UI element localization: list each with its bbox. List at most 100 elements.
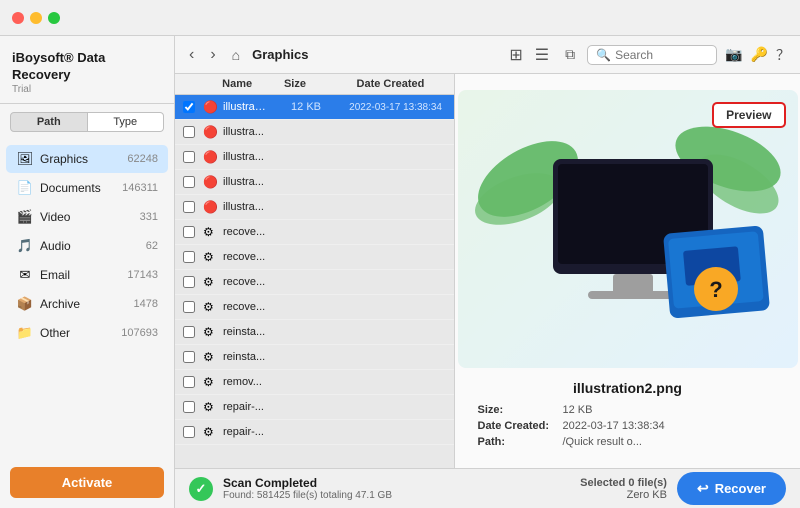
search-input[interactable] [615, 48, 708, 62]
home-button[interactable]: ⌂ [228, 45, 244, 65]
table-row[interactable]: ⚙ recove... [175, 245, 454, 270]
file-checkbox-13[interactable] [183, 426, 203, 438]
file-type-icon-8: ⚙ [203, 300, 223, 314]
view-buttons: ⊞ ☰ [505, 43, 553, 67]
file-checkbox-11[interactable] [183, 376, 203, 388]
info-icon[interactable]: 🔑 [751, 46, 768, 63]
table-row[interactable]: 🔴 illustra... [175, 145, 454, 170]
file-type-icon-9: ⚙ [203, 325, 223, 339]
checkbox-3[interactable] [183, 176, 195, 188]
filter-button[interactable]: ⧉ [561, 44, 579, 65]
file-checkbox-4[interactable] [183, 201, 203, 213]
file-name-12: repair-... [223, 401, 266, 413]
sidebar-item-audio[interactable]: 🎵 Audio 62 [6, 232, 168, 260]
back-button[interactable]: ‹ [185, 44, 198, 66]
checkbox-13[interactable] [183, 426, 195, 438]
main-layout: iBoysoft® Data Recovery Trial Path Type … [0, 36, 800, 508]
app-header: iBoysoft® Data Recovery Trial [0, 36, 174, 104]
checkbox-7[interactable] [183, 276, 195, 288]
recover-label: Recover [715, 481, 766, 496]
table-row[interactable]: 🔴 illustra... [175, 170, 454, 195]
minimize-button[interactable] [30, 12, 42, 24]
checkbox-11[interactable] [183, 376, 195, 388]
activate-button[interactable]: Activate [10, 467, 164, 498]
checkbox-0[interactable] [183, 101, 195, 113]
traffic-lights [12, 12, 60, 24]
table-row[interactable]: ⚙ recove... [175, 295, 454, 320]
forward-button[interactable]: › [206, 44, 219, 66]
maximize-button[interactable] [48, 12, 60, 24]
checkbox-8[interactable] [183, 301, 195, 313]
table-row[interactable]: ⚙ remov... [175, 370, 454, 395]
table-row[interactable]: ⚙ recove... [175, 270, 454, 295]
file-checkbox-0[interactable] [183, 101, 203, 113]
checkbox-6[interactable] [183, 251, 195, 263]
file-type-icon-6: ⚙ [203, 250, 223, 264]
checkbox-4[interactable] [183, 201, 195, 213]
grid-view-button[interactable]: ⊞ [505, 43, 526, 67]
file-checkbox-8[interactable] [183, 301, 203, 313]
recover-button[interactable]: ↩ Recover [677, 472, 786, 505]
file-name-8: recove... [223, 301, 266, 313]
file-checkbox-2[interactable] [183, 151, 203, 163]
sidebar-item-other[interactable]: 📁 Other 107693 [6, 319, 168, 347]
file-checkbox-6[interactable] [183, 251, 203, 263]
path-type-tabs: Path Type [10, 112, 164, 132]
table-row[interactable]: 🔴 illustra... [175, 120, 454, 145]
table-row[interactable]: 🔴 illustra... [175, 195, 454, 220]
checkbox-2[interactable] [183, 151, 195, 163]
sidebar-item-archive[interactable]: 📦 Archive 1478 [6, 290, 168, 318]
checkbox-9[interactable] [183, 326, 195, 338]
table-row[interactable]: ⚙ recove... [175, 220, 454, 245]
tab-type[interactable]: Type [88, 112, 165, 132]
file-name-5: recove... [223, 226, 266, 238]
file-name-4: illustra... [223, 201, 266, 213]
checkbox-5[interactable] [183, 226, 195, 238]
checkbox-12[interactable] [183, 401, 195, 413]
file-info-path: Path: /Quick result o... [478, 436, 778, 448]
search-icon: 🔍 [596, 48, 611, 62]
sidebar-item-graphics[interactable]: 🖼 Graphics 62248 [6, 145, 168, 173]
toolbar-right-icons: 📷 🔑 ？ [725, 45, 790, 65]
sidebar-item-email[interactable]: ✉ Email 17143 [6, 261, 168, 289]
sidebar-label-email: Email [40, 268, 127, 282]
location-label: Graphics [252, 47, 497, 62]
camera-icon[interactable]: 📷 [725, 46, 742, 63]
checkbox-10[interactable] [183, 351, 195, 363]
file-checkbox-5[interactable] [183, 226, 203, 238]
path-value: /Quick result o... [563, 436, 642, 448]
table-row[interactable]: ⚙ repair-... [175, 420, 454, 445]
sidebar-icon-archive: 📦 [16, 295, 34, 313]
sidebar-item-documents[interactable]: 📄 Documents 146311 [6, 174, 168, 202]
file-checkbox-10[interactable] [183, 351, 203, 363]
tab-path[interactable]: Path [10, 112, 88, 132]
table-row[interactable]: ⚙ reinsta... [175, 320, 454, 345]
file-name-9: reinsta... [223, 326, 266, 338]
selected-count: Selected 0 file(s) [580, 477, 667, 489]
sidebar-count-other: 107693 [121, 327, 158, 339]
sidebar-count-archive: 1478 [134, 298, 158, 310]
file-size-0: 12 KB [266, 101, 321, 113]
status-bar: ✓ Scan Completed Found: 581425 file(s) t… [175, 468, 800, 508]
file-checkbox-7[interactable] [183, 276, 203, 288]
file-type-icon-5: ⚙ [203, 225, 223, 239]
size-label: Size: [478, 404, 563, 416]
sidebar-label-archive: Archive [40, 297, 134, 311]
table-row[interactable]: ⚙ reinsta... [175, 345, 454, 370]
table-row[interactable]: ⚙ repair-... [175, 395, 454, 420]
list-view-button[interactable]: ☰ [531, 43, 553, 67]
file-checkbox-1[interactable] [183, 126, 203, 138]
help-icon[interactable]: ？ [776, 45, 790, 65]
checkbox-1[interactable] [183, 126, 195, 138]
file-type-icon-11: ⚙ [203, 375, 223, 389]
preview-button[interactable]: Preview [712, 102, 785, 128]
file-checkbox-3[interactable] [183, 176, 203, 188]
sidebar-item-video[interactable]: 🎬 Video 331 [6, 203, 168, 231]
file-info-date: Date Created: 2022-03-17 13:38:34 [478, 420, 778, 432]
file-type-icon-0: 🔴 [203, 100, 223, 114]
file-checkbox-12[interactable] [183, 401, 203, 413]
file-checkbox-9[interactable] [183, 326, 203, 338]
close-button[interactable] [12, 12, 24, 24]
table-row[interactable]: 🔴 illustration2.png 12 KB 2022-03-17 13:… [175, 95, 454, 120]
file-name-11: remov... [223, 376, 266, 388]
